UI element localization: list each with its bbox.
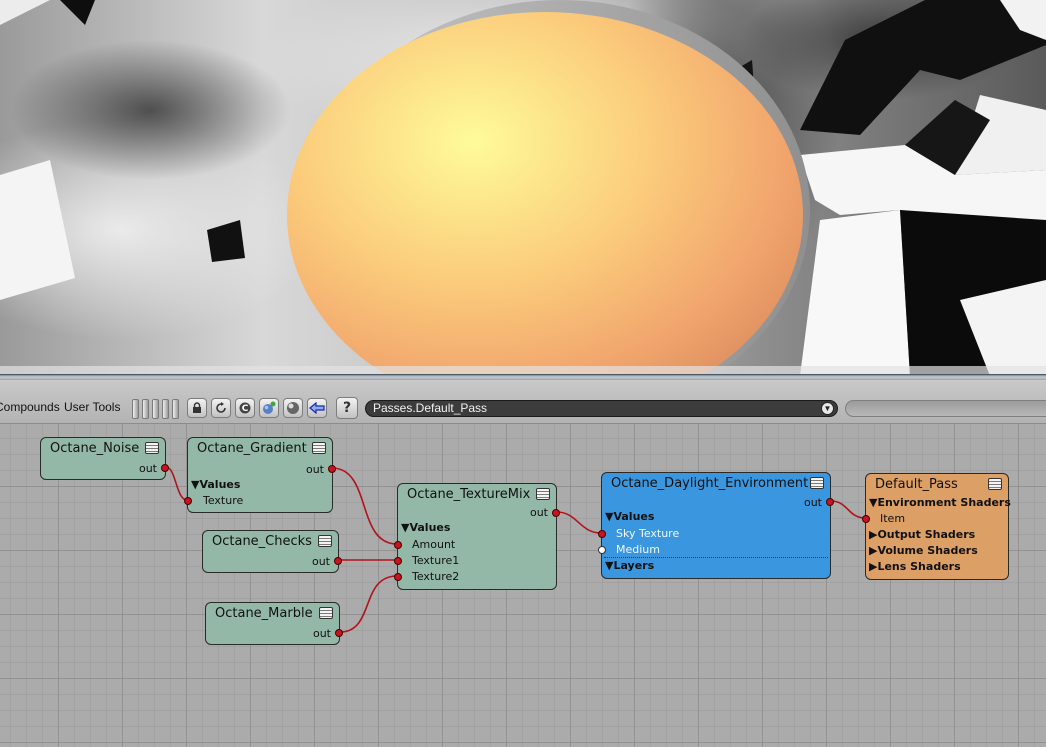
node-title: Octane_Checks <box>212 534 312 549</box>
node-title: Octane_Marble <box>215 606 313 621</box>
toolbar-grip <box>162 399 169 419</box>
node-title: Octane_Noise <box>50 441 140 456</box>
node-default-pass[interactable]: Default_Pass ▼Environment Shaders Item ▶… <box>862 473 1011 580</box>
port-medium-label: Medium <box>616 543 660 556</box>
node-octane-marble[interactable]: Octane_Marble out <box>205 602 343 645</box>
toolbar-grip <box>132 399 139 419</box>
render-viewport[interactable] <box>0 0 1046 376</box>
sphere-icon[interactable] <box>283 398 303 418</box>
wire-daylight-pass <box>830 500 866 519</box>
graph-path-value: Passes.Default_Pass <box>373 401 488 415</box>
port-texture-label: Texture <box>203 494 244 507</box>
input-port-texture[interactable] <box>184 497 192 505</box>
collapse-icon[interactable] <box>312 442 326 454</box>
node-octane-gradient[interactable]: Octane_Gradient out ▼Values Texture <box>184 437 336 513</box>
section-environment-shaders[interactable]: ▼Environment Shaders <box>869 496 1011 509</box>
node-title: Default_Pass <box>875 477 958 492</box>
graph-toolbar: Compounds User Tools C ? Passes.Default_… <box>0 380 1046 424</box>
port-out-label: out <box>311 555 330 568</box>
section-layers[interactable]: ▼Layers <box>605 559 654 572</box>
chevron-down-icon[interactable]: ▼ <box>821 402 834 415</box>
input-port-texture2[interactable] <box>394 573 402 581</box>
render-image <box>0 0 1046 376</box>
port-item-label: Item <box>880 512 906 525</box>
toolbar-grip <box>172 399 179 419</box>
input-port-sky-texture[interactable] <box>598 530 606 538</box>
wire-noise-gradient <box>165 466 188 501</box>
svg-text:C: C <box>242 404 249 414</box>
port-texture1-label: Texture1 <box>412 554 460 567</box>
output-port[interactable] <box>335 629 343 637</box>
input-port-item[interactable] <box>862 515 870 523</box>
node-octane-daylight-environment[interactable]: Octane_Daylight_Environment out ▼Values … <box>598 472 834 579</box>
toolbar-grip <box>142 399 149 419</box>
section-values[interactable]: ▼Values <box>605 510 654 523</box>
collapse-icon[interactable] <box>810 477 824 489</box>
help-icon[interactable]: ? <box>336 397 358 419</box>
node-octane-texturemix[interactable]: Octane_TextureMix out ▼Values Amount Tex… <box>394 483 560 590</box>
port-out-label: out <box>138 462 157 475</box>
port-out-label: out <box>312 627 331 640</box>
node-title: Octane_Daylight_Environment <box>611 476 809 491</box>
node-graph-canvas[interactable]: Octane_Noise out Octane_Gradient out ▼Va… <box>0 424 1046 747</box>
node-octane-noise[interactable]: Octane_Noise out <box>40 437 169 480</box>
wire-texturemix-daylight <box>556 511 602 534</box>
node-title: Octane_Gradient <box>197 441 307 456</box>
collapse-icon[interactable] <box>145 442 159 454</box>
input-port-amount[interactable] <box>394 541 402 549</box>
port-out-label: out <box>803 496 822 509</box>
section-values[interactable]: ▼Values <box>401 521 450 534</box>
section-divider <box>604 557 828 558</box>
toolbar-grip <box>152 399 159 419</box>
port-texture2-label: Texture2 <box>412 570 460 583</box>
menu-user-tools[interactable]: User Tools <box>64 400 120 414</box>
output-port[interactable] <box>552 509 560 517</box>
graph-path-dropdown[interactable]: Passes.Default_Pass ▼ <box>365 400 838 417</box>
output-port[interactable] <box>328 465 336 473</box>
collapse-icon[interactable] <box>536 488 550 500</box>
menu-compounds[interactable]: Compounds <box>0 400 60 414</box>
section-output-shaders[interactable]: ▶Output Shaders <box>869 528 975 541</box>
section-values[interactable]: ▼Values <box>191 478 240 491</box>
input-port-medium[interactable] <box>598 546 606 554</box>
collapse-icon[interactable] <box>318 535 332 547</box>
port-sky-texture-label: Sky Texture <box>616 527 680 540</box>
collapse-icon[interactable] <box>319 607 333 619</box>
port-out-label: out <box>529 506 548 519</box>
compound-c-icon[interactable]: C <box>235 398 255 418</box>
collapse-icon[interactable] <box>988 478 1002 490</box>
section-volume-shaders[interactable]: ▶Volume Shaders <box>869 544 978 557</box>
wire-gradient-texturemix <box>331 467 398 545</box>
node-title: Octane_TextureMix <box>407 487 531 502</box>
add-globe-icon[interactable] <box>259 398 279 418</box>
output-port[interactable] <box>826 498 834 506</box>
section-lens-shaders[interactable]: ▶Lens Shaders <box>869 560 961 573</box>
lock-icon[interactable] <box>187 398 207 418</box>
port-amount-label: Amount <box>412 538 456 551</box>
toolbar-search-field[interactable] <box>845 400 1046 417</box>
output-port[interactable] <box>161 464 169 472</box>
input-port-texture1[interactable] <box>394 557 402 565</box>
port-out-label: out <box>305 463 324 476</box>
back-arrow-icon[interactable] <box>307 398 327 418</box>
wire-marble-texturemix <box>339 575 398 633</box>
node-octane-checks[interactable]: Octane_Checks out <box>202 530 342 573</box>
output-port[interactable] <box>334 557 342 565</box>
refresh-icon[interactable] <box>211 398 231 418</box>
